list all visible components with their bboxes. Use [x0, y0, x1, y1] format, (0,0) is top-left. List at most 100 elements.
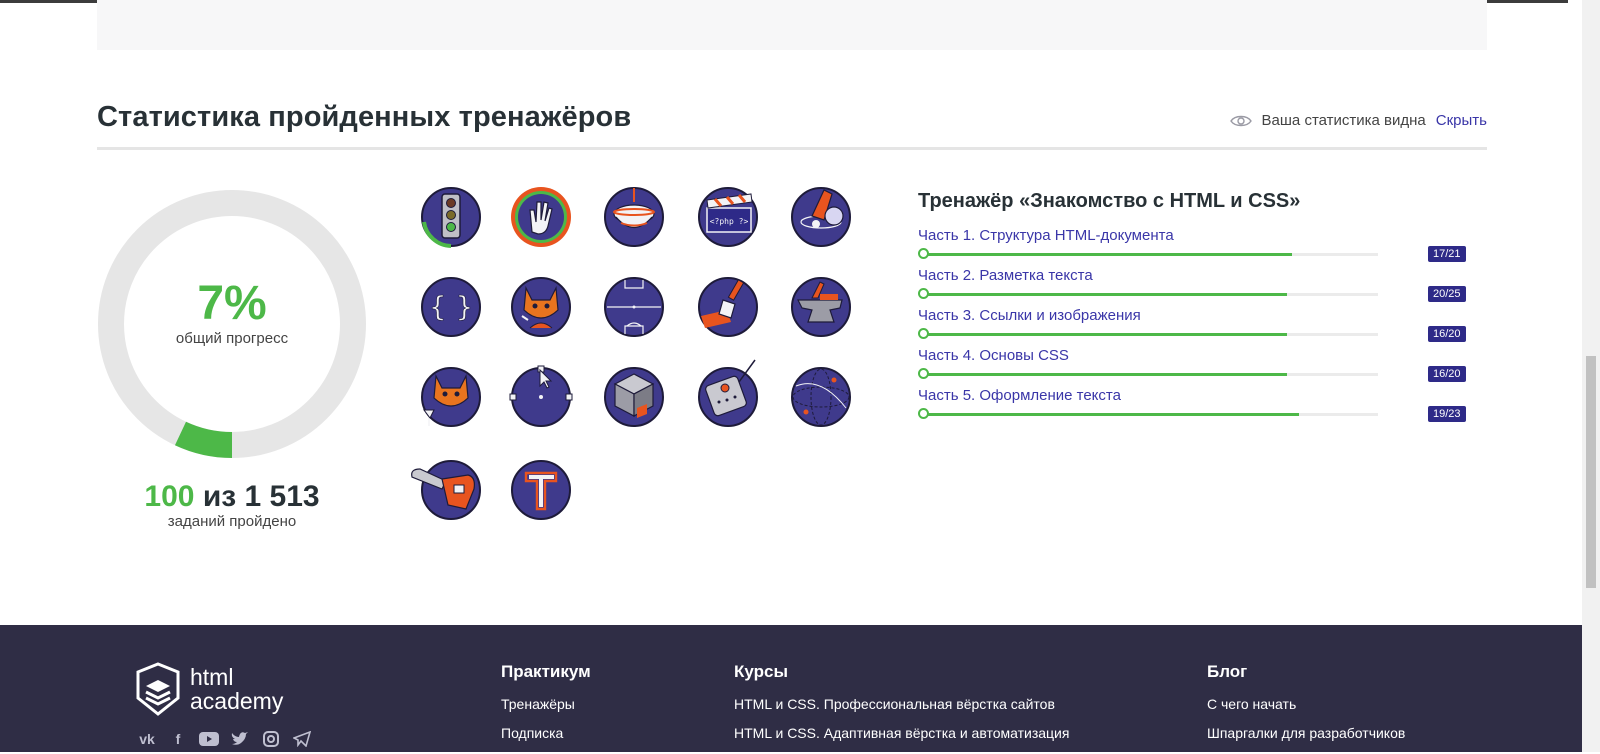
- section-divider: [97, 147, 1487, 150]
- cube-badge[interactable]: [603, 366, 665, 428]
- html-academy-logo-icon: [136, 662, 180, 716]
- letter-t-icon: [511, 460, 571, 520]
- trainer-part: Часть 5. Оформление текста 19/23: [918, 387, 1468, 427]
- footer-column-blog: Блог С чего начать Шпаргалки для разрабо…: [1207, 662, 1405, 754]
- eye-icon: [1229, 115, 1252, 126]
- instagram-icon[interactable]: [261, 731, 281, 749]
- site-footer: html academy vk f Практикум Тренажёры По…: [0, 625, 1582, 752]
- part-progress-start-dot: [918, 248, 929, 259]
- part-link[interactable]: Часть 1. Структура HTML-документа: [918, 227, 1468, 244]
- previous-section-box: [97, 0, 1487, 50]
- globe-badge[interactable]: [790, 366, 852, 428]
- anvil-icon: [791, 277, 851, 337]
- curly-braces-badge[interactable]: { }: [420, 276, 482, 338]
- spinning-top-icon: [604, 187, 664, 247]
- robot-remote-badge[interactable]: [697, 359, 759, 428]
- vk-icon[interactable]: vk: [137, 731, 157, 749]
- footer-column-title: Практикум: [501, 662, 591, 681]
- space-badge[interactable]: [790, 186, 852, 248]
- anvil-badge[interactable]: [790, 276, 852, 338]
- hand-icon: [511, 187, 571, 247]
- social-links: vk f: [137, 730, 312, 749]
- part-progress-fill: [924, 333, 1288, 336]
- footer-link-cheatsheets[interactable]: Шпаргалки для разработчиков: [1207, 725, 1405, 741]
- part-score-badge: 16/20: [1428, 326, 1466, 342]
- part-progress-fill: [924, 413, 1300, 416]
- part-progress-track: [924, 413, 1378, 416]
- part-score-badge: 20/25: [1428, 286, 1466, 302]
- vector-cursor-badge[interactable]: [509, 365, 573, 428]
- footer-column-title: Блог: [1207, 662, 1248, 681]
- chainsaw-badge[interactable]: [411, 459, 482, 521]
- svg-text:<?php ?>: <?php ?>: [710, 217, 749, 226]
- curly-braces-icon: { }: [421, 277, 481, 337]
- cat-with-glass-icon: [421, 367, 481, 427]
- part-progress-track: [924, 333, 1378, 336]
- part-progress-fill: [924, 373, 1288, 376]
- visibility-text: Ваша статистика видна: [1261, 112, 1426, 129]
- part-score-badge: 17/21: [1428, 246, 1466, 262]
- part-score-badge: 19/23: [1428, 406, 1466, 422]
- youtube-icon[interactable]: [199, 731, 219, 749]
- logo-line-2: academy: [190, 688, 284, 714]
- section-title: Статистика пройденных тренажёров: [97, 101, 632, 133]
- football-field-icon: [604, 277, 664, 337]
- footer-column-courses: Курсы HTML и CSS. Профессиональная вёрст…: [734, 662, 1069, 754]
- cat-icon: [511, 277, 571, 337]
- vector-cursor-icon: [509, 365, 573, 427]
- progress-percent: 7%: [197, 277, 267, 330]
- php-clapperboard-badge[interactable]: <?php ?>: [697, 186, 759, 248]
- part-progress-track: [924, 293, 1378, 296]
- trainer-title: Тренажёр «Знакомство с HTML и CSS»: [918, 190, 1301, 212]
- footer-link-subscription[interactable]: Подписка: [501, 725, 591, 741]
- scrollbar-thumb[interactable]: [1586, 356, 1596, 588]
- clapperboard-icon: <?php ?>: [698, 187, 758, 247]
- footer-link-course-1[interactable]: HTML и CSS. Профессиональная вёрстка сай…: [734, 696, 1069, 712]
- football-field-badge[interactable]: [603, 276, 665, 338]
- rocket-icon: [791, 187, 851, 247]
- part-progress-start-dot: [918, 328, 929, 339]
- page-scrollbar[interactable]: [1582, 0, 1600, 752]
- part-progress-track: [924, 253, 1378, 256]
- part-link[interactable]: Часть 4. Основы CSS: [918, 347, 1468, 364]
- footer-link-course-2[interactable]: HTML и CSS. Адаптивная вёрстка и автомат…: [734, 725, 1069, 741]
- trainer-part: Часть 4. Основы CSS 16/20: [918, 347, 1468, 387]
- part-link[interactable]: Часть 5. Оформление текста: [918, 387, 1468, 404]
- cat-badge[interactable]: [510, 276, 572, 338]
- letter-t-badge[interactable]: [510, 459, 572, 521]
- hide-stats-link[interactable]: Скрыть: [1436, 112, 1487, 129]
- stats-visibility: Ваша статистика видна Скрыть: [1229, 112, 1487, 129]
- traffic-light-badge[interactable]: [420, 186, 482, 248]
- hand-badge[interactable]: [510, 186, 572, 248]
- footer-column-practicum: Практикум Тренажёры Подписка: [501, 662, 591, 754]
- part-progress-start-dot: [918, 288, 929, 299]
- part-link[interactable]: Часть 3. Ссылки и изображения: [918, 307, 1468, 324]
- footer-link-start[interactable]: С чего начать: [1207, 696, 1405, 712]
- spinning-top-badge[interactable]: [603, 186, 665, 248]
- part-progress-start-dot: [918, 368, 929, 379]
- telegram-icon[interactable]: [292, 730, 312, 749]
- part-progress-track: [924, 373, 1378, 376]
- trainer-part: Часть 2. Разметка текста 20/25: [918, 267, 1468, 307]
- progress-label: общий прогресс: [175, 330, 289, 347]
- cat-with-glass-badge[interactable]: [420, 366, 482, 428]
- tasks-summary: 100 из 1 513 заданий пройдено: [97, 480, 367, 530]
- cube-icon: [604, 367, 664, 427]
- progress-summary: 7% общий прогресс: [97, 277, 367, 348]
- paint-brush-badge[interactable]: [697, 276, 759, 338]
- tasks-total: из 1 513: [202, 480, 320, 513]
- chainsaw-icon: [411, 460, 481, 520]
- svg-text:{ }: { }: [429, 290, 474, 323]
- twitter-icon[interactable]: [230, 731, 250, 749]
- tasks-count: 100 из 1 513: [97, 480, 367, 513]
- footer-link-trainers[interactable]: Тренажёры: [501, 696, 591, 712]
- facebook-icon[interactable]: f: [168, 731, 188, 749]
- trainer-progress: Тренажёр «Знакомство с HTML и CSS» Часть…: [918, 190, 1468, 427]
- tasks-done: 100: [144, 480, 195, 513]
- part-link[interactable]: Часть 2. Разметка текста: [918, 267, 1468, 284]
- paint-brush-icon: [698, 277, 758, 337]
- part-progress-fill: [924, 253, 1292, 256]
- footer-column-title: Курсы: [734, 662, 788, 681]
- footer-logo[interactable]: html academy: [136, 662, 283, 716]
- part-progress-fill: [924, 293, 1288, 296]
